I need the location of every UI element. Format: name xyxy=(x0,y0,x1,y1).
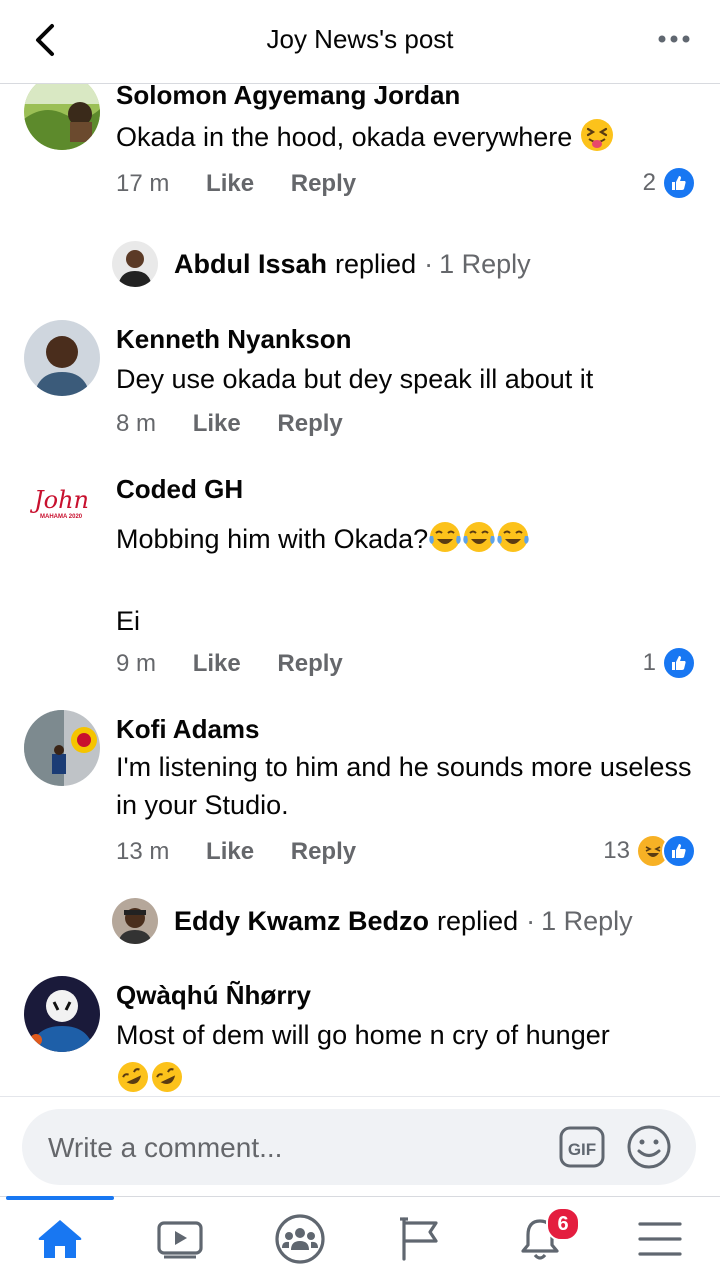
tears-of-joy-emoji-icon xyxy=(497,522,529,552)
comment-text-line: Ei xyxy=(116,606,141,636)
top-bar: Joy News's post xyxy=(0,0,720,84)
avatar xyxy=(112,241,158,287)
comment-text-body: Okada in the hood, okada everywhere xyxy=(116,122,573,152)
tears-of-joy-emoji-icon xyxy=(429,522,461,552)
squinting-tongue-emoji-icon xyxy=(580,119,613,151)
reaction-summary[interactable]: 13 xyxy=(603,834,696,868)
separator-dot: · xyxy=(424,248,434,279)
avatar-logo-text: John xyxy=(34,486,89,514)
like-button[interactable]: Like xyxy=(206,170,254,197)
page-title: Joy News's post xyxy=(266,24,454,54)
like-button[interactable]: Like xyxy=(193,410,241,437)
video-icon xyxy=(157,1221,203,1259)
gif-icon[interactable]: GIF xyxy=(558,1124,606,1170)
reply-button[interactable]: Reply xyxy=(277,410,342,437)
reply-action: replied xyxy=(437,905,519,936)
comments-feed[interactable]: Solomon Agyemang Jordan Okada in the hoo… xyxy=(0,84,720,1096)
thumbs-up-icon xyxy=(662,646,696,680)
tab-watch[interactable] xyxy=(120,1197,240,1281)
flag-icon xyxy=(400,1217,438,1261)
reaction-summary[interactable]: 2 xyxy=(643,166,696,200)
reply-author: Abdul Issah xyxy=(174,248,328,279)
comment-meta: 13 m Like Reply xyxy=(116,838,386,866)
avatar[interactable] xyxy=(24,710,100,786)
tab-home[interactable] xyxy=(0,1196,120,1281)
reply-count: 1 Reply xyxy=(439,248,531,279)
reply-button[interactable]: Reply xyxy=(277,650,342,677)
comment-author[interactable]: Kofi Adams xyxy=(116,714,260,745)
comment-input-box[interactable]: GIF xyxy=(22,1109,696,1185)
comment-meta: 8 m Like Reply xyxy=(116,410,373,438)
thumbs-up-icon xyxy=(662,166,696,200)
avatar[interactable] xyxy=(24,976,100,1052)
rofl-emoji-icon xyxy=(152,1062,182,1092)
avatar[interactable] xyxy=(24,84,100,150)
more-options-icon[interactable] xyxy=(654,24,694,54)
reply-author: Eddy Kwamz Bedzo xyxy=(174,905,430,936)
comment-time: 9 m xyxy=(116,650,157,677)
comment-time: 8 m xyxy=(116,410,157,437)
comment-text: Most of dem will go home n cry of hunger xyxy=(116,1020,610,1050)
reply-action: replied xyxy=(335,248,417,279)
notification-badge: 6 xyxy=(546,1207,580,1241)
comment-text: Mobbing him with Okada? xyxy=(116,520,696,558)
replies-link[interactable]: Abdul Issah replied · 1 Reply xyxy=(112,241,531,287)
comment-time: 13 m xyxy=(116,838,170,865)
emoji-picker-icon[interactable] xyxy=(626,1124,672,1170)
like-button[interactable]: Like xyxy=(193,650,241,677)
comment-composer: GIF xyxy=(0,1096,720,1197)
tears-of-joy-emoji-icon xyxy=(463,522,495,552)
comment-text-body: Mobbing him with Okada? xyxy=(116,524,429,554)
like-button[interactable]: Like xyxy=(206,838,254,865)
home-icon xyxy=(38,1220,82,1258)
comment-meta: 9 m Like Reply xyxy=(116,650,373,678)
avatar[interactable] xyxy=(24,320,100,396)
rofl-emoji-icon xyxy=(118,1062,148,1092)
comment-meta: 17 m Like Reply xyxy=(116,170,386,198)
comment-author[interactable]: Coded GH xyxy=(116,474,243,505)
tab-menu[interactable] xyxy=(600,1197,720,1281)
reaction-summary[interactable]: 1 xyxy=(643,646,696,680)
thumbs-up-icon xyxy=(662,834,696,868)
tab-notifications[interactable]: 6 xyxy=(480,1197,600,1281)
tab-pages[interactable] xyxy=(360,1197,480,1281)
reply-count: 1 Reply xyxy=(541,905,633,936)
avatar[interactable]: John MAHAMA 2020 xyxy=(24,468,100,544)
comment-text: I'm listening to him and he sounds more … xyxy=(116,752,692,820)
reply-button[interactable]: Reply xyxy=(291,838,356,865)
reply-button[interactable]: Reply xyxy=(291,170,356,197)
reaction-count: 2 xyxy=(642,169,656,196)
comment-author[interactable]: Kenneth Nyankson xyxy=(116,324,352,355)
avatar-logo-subtext: MAHAMA 2020 xyxy=(40,514,83,520)
tab-groups[interactable] xyxy=(240,1197,360,1281)
gif-label: GIF xyxy=(568,1140,596,1159)
comment-text: Dey use okada but dey speak ill about it xyxy=(116,364,594,394)
comment-input[interactable] xyxy=(46,1125,550,1171)
comment-emoji-line xyxy=(116,1060,696,1096)
comment-time: 17 m xyxy=(116,170,170,197)
comment-author[interactable]: Solomon Agyemang Jordan xyxy=(116,84,460,111)
replies-link[interactable]: Eddy Kwamz Bedzo replied · 1 Reply xyxy=(112,898,633,944)
reaction-count: 1 xyxy=(642,649,656,676)
reaction-count: 13 xyxy=(603,837,630,864)
groups-icon xyxy=(275,1214,325,1264)
hamburger-menu-icon xyxy=(638,1222,682,1256)
comment-text: Okada in the hood, okada everywhere xyxy=(116,118,696,156)
separator-dot: · xyxy=(526,905,536,936)
avatar xyxy=(112,898,158,944)
comment-author[interactable]: Qwàqhú Ñhørry xyxy=(116,980,311,1011)
bottom-navigation: 6 xyxy=(0,1196,720,1281)
